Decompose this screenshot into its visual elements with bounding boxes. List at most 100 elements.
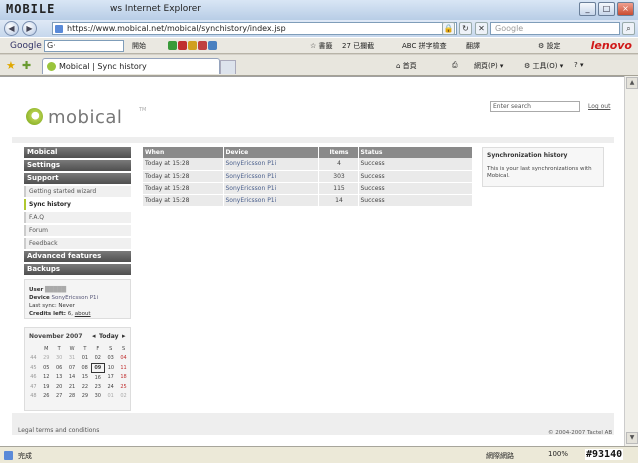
tools-menu[interactable]: ⚙ 工具(O) ▾ <box>524 61 563 71</box>
user-info-box: User █████ Device SonyEricsson P1i Last … <box>24 279 131 319</box>
help-icon[interactable]: ? ▾ <box>574 61 583 69</box>
site-search-input[interactable]: Enter search <box>490 101 580 112</box>
calendar-day[interactable]: 14 <box>66 373 79 383</box>
calendar-day[interactable]: 07 <box>66 363 79 373</box>
calendar-day[interactable]: 18 <box>117 373 130 383</box>
calendar-day[interactable]: 03 <box>104 354 117 364</box>
logout-link[interactable]: Log out <box>588 103 610 110</box>
address-bar[interactable]: https://www.mobical.net/mobical/synchist… <box>52 22 457 35</box>
toolbar-start[interactable]: 開始 <box>132 41 146 51</box>
search-input[interactable]: Google <box>490 22 620 35</box>
calendar-day[interactable]: 06 <box>53 363 66 373</box>
cell-device[interactable]: SonyEricsson P1i <box>223 170 319 183</box>
credits-about-link[interactable]: about <box>75 311 91 317</box>
week-number: 44 <box>30 355 37 362</box>
stop-button[interactable]: ✕ <box>475 22 488 35</box>
calendar-day[interactable]: 05 <box>40 363 53 373</box>
favorites-star-icon[interactable]: ★ <box>6 59 16 72</box>
credits-label: Credits left: <box>29 311 66 317</box>
cell-status: Success <box>358 182 473 195</box>
sidebar-item-faq[interactable]: F.A.Q <box>24 212 131 223</box>
calendar-day[interactable]: 01 <box>104 392 117 402</box>
print-icon[interactable]: ⎙ <box>452 61 458 70</box>
close-button[interactable]: × <box>617 2 634 16</box>
device-value[interactable]: SonyEricsson P1i <box>52 295 99 301</box>
cell-device[interactable]: SonyEricsson P1i <box>223 182 319 195</box>
sidebar-item-mobical[interactable]: Mobical <box>24 147 131 158</box>
sidebar-item-getting-started[interactable]: Getting started wizard <box>24 186 131 197</box>
calendar-day[interactable]: 25 <box>117 382 130 392</box>
calendar-day[interactable]: 04 <box>117 354 130 364</box>
calendar-day[interactable]: 17 <box>104 373 117 383</box>
calendar-day[interactable]: 15 <box>79 373 92 383</box>
sidebar-item-support[interactable]: Support <box>24 173 131 184</box>
calendar-prev-icon[interactable]: ◂ <box>92 332 96 340</box>
scroll-down-icon[interactable]: ▼ <box>626 432 638 444</box>
search-icon[interactable]: ⌕ <box>622 22 635 35</box>
refresh-button[interactable]: ↻ <box>459 22 472 35</box>
sidebar-item-feedback[interactable]: Feedback <box>24 238 131 249</box>
calendar-day[interactable]: 08 <box>79 363 92 373</box>
calendar-day[interactable]: 26 <box>40 392 53 402</box>
toolbar-translate[interactable]: 翻譯 <box>466 41 480 51</box>
window-titlebar: MOBILE ws Internet Explorer _ □ × <box>0 0 638 20</box>
vertical-scrollbar[interactable]: ▲ ▼ <box>624 76 638 446</box>
calendar-day[interactable]: 27 <box>53 392 66 402</box>
calendar-day[interactable]: 10 <box>104 363 117 373</box>
toolbar-settings[interactable]: ⚙ 設定 <box>538 41 561 51</box>
sidebar-item-settings[interactable]: Settings <box>24 160 131 171</box>
calendar-day[interactable]: 29 <box>79 392 92 402</box>
calendar-day[interactable]: 28 <box>66 392 79 402</box>
legal-terms-link[interactable]: Legal terms and conditions <box>18 427 99 434</box>
calendar-today-button[interactable]: Today <box>99 333 119 340</box>
calendar-day[interactable]: 31 <box>66 354 79 364</box>
calendar-day[interactable]: 19 <box>40 382 53 392</box>
calendar-day[interactable]: 30 <box>91 392 104 402</box>
cell-items: 4 <box>318 158 359 171</box>
calendar-day[interactable]: 30 <box>53 354 66 364</box>
calendar-next-icon[interactable]: ▸ <box>122 332 126 340</box>
calendar-day[interactable]: 02 <box>91 354 104 364</box>
calendar-day[interactable]: 20 <box>53 382 66 392</box>
week-number: 46 <box>30 374 37 381</box>
calendar-day[interactable]: 29 <box>40 354 53 364</box>
sidebar-item-sync-history[interactable]: Sync history <box>24 199 131 210</box>
page-menu[interactable]: 網頁(P) ▾ <box>474 61 503 71</box>
scroll-up-icon[interactable]: ▲ <box>626 77 638 89</box>
calendar-day[interactable]: 24 <box>104 382 117 392</box>
calendar-day[interactable]: 02 <box>117 392 130 402</box>
calendar-day[interactable]: 11 <box>117 363 130 373</box>
cell-device[interactable]: SonyEricsson P1i <box>223 194 319 207</box>
toolbar-popup-blocked[interactable]: 27 已攔截 <box>342 41 374 51</box>
week-number: 48 <box>30 393 37 400</box>
add-favorite-icon[interactable]: ✚ <box>22 59 31 72</box>
maximize-button[interactable]: □ <box>598 2 615 16</box>
calendar-day[interactable]: 16 <box>91 373 104 383</box>
toolbar-spellcheck[interactable]: ABC 拼字檢查 <box>402 41 447 51</box>
cell-when: Today at 15:28 <box>143 182 224 195</box>
calendar-day[interactable]: 21 <box>66 382 79 392</box>
toolbar-bookmarks[interactable]: ☆ 書籤 <box>310 41 333 51</box>
calendar-day[interactable]: 01 <box>79 354 92 364</box>
sidebar-item-backups[interactable]: Backups <box>24 264 131 275</box>
home-button[interactable]: ⌂ 首頁 <box>396 61 417 71</box>
zoom-level[interactable]: 100% <box>548 450 568 458</box>
copyright-text: © 2004-2007 Tactel AB <box>548 430 613 436</box>
back-button[interactable]: ◀ <box>4 21 19 36</box>
info-box: Synchronization history This is your las… <box>482 147 604 187</box>
cell-device[interactable]: SonyEricsson P1i <box>223 158 319 171</box>
google-search-input[interactable]: G· <box>44 40 124 52</box>
sidebar-item-advanced[interactable]: Advanced features <box>24 251 131 262</box>
calendar-day[interactable]: 23 <box>91 382 104 392</box>
calendar-day[interactable]: 09 <box>90 362 105 373</box>
minimize-button[interactable]: _ <box>579 2 596 16</box>
calendar-day[interactable]: 13 <box>53 373 66 383</box>
sidebar-item-forum[interactable]: Forum <box>24 225 131 236</box>
new-tab-button[interactable] <box>220 60 236 74</box>
calendar-day[interactable]: 12 <box>40 373 53 383</box>
lock-icon[interactable]: 🔒 <box>442 22 455 35</box>
tab-sync-history[interactable]: Mobical | Sync history <box>42 58 220 74</box>
calendar-day[interactable]: 22 <box>79 382 92 392</box>
toolbar-icons[interactable] <box>168 41 218 51</box>
forward-button[interactable]: ▶ <box>22 21 37 36</box>
